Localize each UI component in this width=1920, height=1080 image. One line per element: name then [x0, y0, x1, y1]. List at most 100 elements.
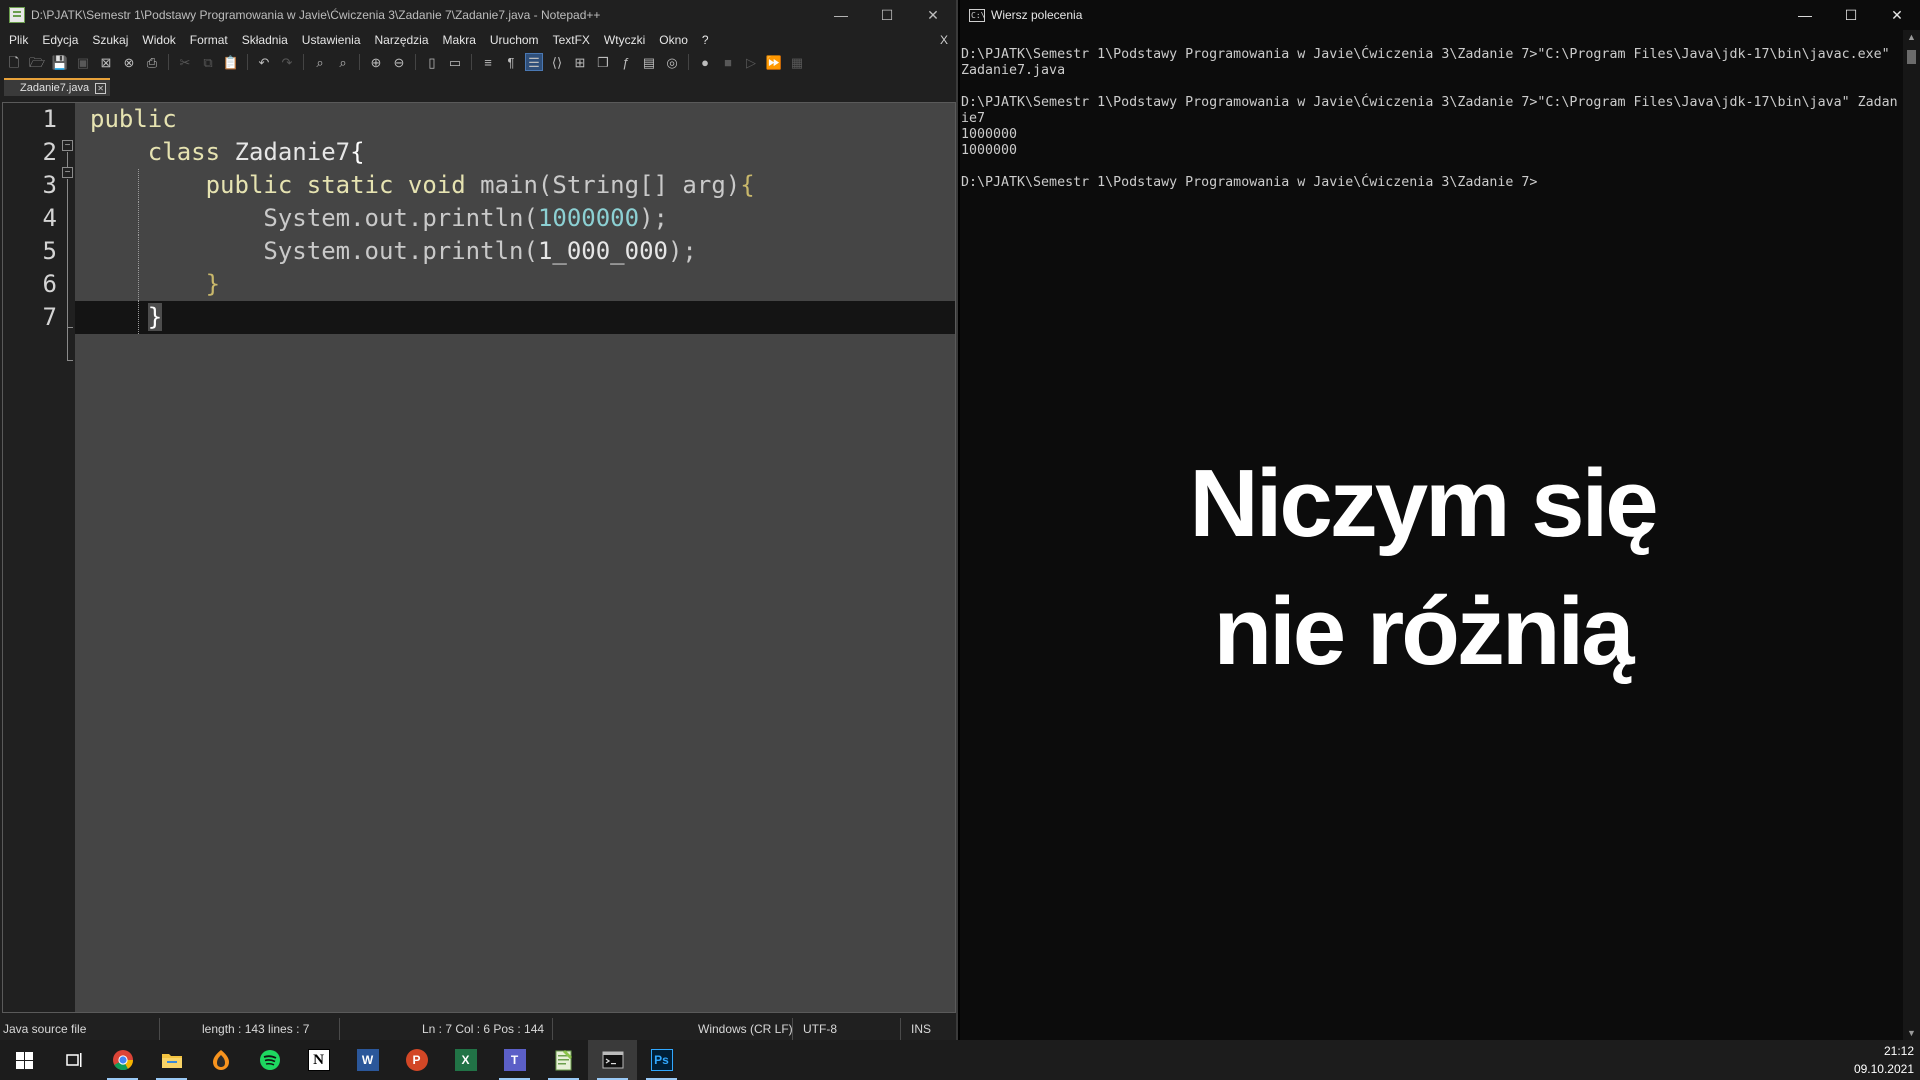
menu-okno[interactable]: Okno: [652, 30, 695, 50]
menu-help[interactable]: ?: [695, 30, 716, 50]
taskbar-app-excel[interactable]: X: [441, 1040, 490, 1080]
tab-label: Zadanie7.java: [20, 82, 90, 94]
system-clock[interactable]: 21:12 09.10.2021: [1854, 1042, 1914, 1078]
maximize-button[interactable]: ☐: [864, 0, 910, 30]
close-file-icon[interactable]: ⊠: [97, 53, 115, 71]
taskbar-app-powerpoint[interactable]: P: [392, 1040, 441, 1080]
new-file-icon[interactable]: 🗋: [5, 53, 23, 71]
redo-icon[interactable]: ↷: [278, 53, 296, 71]
photoshop-icon: Ps: [650, 1049, 673, 1071]
minimize-button[interactable]: —: [1782, 0, 1828, 30]
document-list-icon[interactable]: ❐: [594, 53, 612, 71]
word-wrap-icon[interactable]: ≡: [479, 53, 497, 71]
zoom-out-icon[interactable]: ⊖: [390, 53, 408, 71]
word-icon: W: [356, 1049, 379, 1071]
menu-makra[interactable]: Makra: [436, 30, 483, 50]
replace-icon[interactable]: ⌕: [334, 53, 352, 71]
document-map-icon[interactable]: ⊞: [571, 53, 589, 71]
code-editor[interactable]: 1 2 3 4 5 6 7 − − public class Zadanie7{: [2, 102, 956, 1013]
taskbar-app-photoshop[interactable]: Ps: [637, 1040, 686, 1080]
folder-icon: [161, 1054, 182, 1068]
taskbar-app-chrome[interactable]: [98, 1040, 147, 1080]
undo-icon[interactable]: ↶: [255, 53, 273, 71]
show-all-characters-icon[interactable]: ¶: [502, 53, 520, 71]
menu-skladnia[interactable]: Składnia: [235, 30, 295, 50]
stop-macro-icon[interactable]: ■: [719, 53, 737, 71]
taskbar-app-notion[interactable]: N: [294, 1040, 343, 1080]
toolbar-separator: [415, 54, 416, 70]
menu-szukaj[interactable]: Szukaj: [85, 30, 135, 50]
taskbar-app-command-prompt[interactable]: [588, 1040, 637, 1080]
sync-vertical-icon[interactable]: ▯: [423, 53, 441, 71]
folder-workspace-icon[interactable]: ▤: [640, 53, 658, 71]
task-view-button[interactable]: [49, 1040, 98, 1080]
taskbar-app-fl-studio[interactable]: [196, 1040, 245, 1080]
status-eol[interactable]: Windows (CR LF): [553, 1018, 793, 1040]
save-macro-icon[interactable]: ▦: [788, 53, 806, 71]
scroll-up-icon[interactable]: ▲: [1903, 32, 1920, 42]
taskbar-app-word[interactable]: W: [343, 1040, 392, 1080]
start-button[interactable]: [0, 1040, 49, 1080]
toolbar-separator: [303, 54, 304, 70]
record-macro-icon[interactable]: ●: [696, 53, 714, 71]
taskbar-app-notepad-plus-plus[interactable]: [539, 1040, 588, 1080]
close-all-icon[interactable]: ⊗: [120, 53, 138, 71]
status-insert-mode[interactable]: INS: [901, 1018, 949, 1040]
tab-zadanie7[interactable]: Zadanie7.java ✕: [4, 78, 111, 96]
find-icon[interactable]: ⌕: [311, 53, 329, 71]
status-bar: Java source file length : 143 lines : 7 …: [0, 1018, 956, 1040]
monitoring-icon[interactable]: ◎: [663, 53, 681, 71]
function-list-icon[interactable]: ƒ: [617, 53, 635, 71]
menu-edycja[interactable]: Edycja: [35, 30, 85, 50]
run-macro-multiple-icon[interactable]: ⏩: [765, 53, 783, 71]
fold-toggle-icon[interactable]: −: [62, 140, 73, 151]
console-prompt-line: D:\PJATK\Semestr 1\Podstawy Programowani…: [961, 175, 1538, 190]
minimize-button[interactable]: —: [818, 0, 864, 30]
scrollbar-thumb[interactable]: [1907, 50, 1916, 64]
scroll-down-icon[interactable]: ▼: [1903, 1028, 1920, 1038]
line-numbers: 1 2 3 4 5 6 7: [3, 103, 57, 334]
maximize-button[interactable]: ☐: [1828, 0, 1874, 30]
method-call: System.out.println(: [263, 237, 538, 265]
tab-close-icon[interactable]: ✕: [95, 82, 107, 94]
line-number: 6: [42, 270, 57, 298]
close-button[interactable]: ✕: [910, 0, 956, 30]
user-language-icon[interactable]: ⟨⟩: [548, 53, 566, 71]
menu-uruchom[interactable]: Uruchom: [483, 30, 546, 50]
save-all-icon[interactable]: ▣: [74, 53, 92, 71]
menu-textfx[interactable]: TextFX: [546, 30, 597, 50]
code-line-5: System.out.println(1_000_000);: [75, 235, 955, 268]
command-prompt-window: C:\ Wiersz polecenia — ☐ ✕ D:\PJATK\Seme…: [960, 0, 1920, 1040]
fold-toggle-icon[interactable]: −: [62, 167, 73, 178]
indent-guide-icon[interactable]: ☰: [525, 53, 543, 71]
menu-narzedzia[interactable]: Narzędzia: [368, 30, 436, 50]
paste-icon[interactable]: 📋: [222, 53, 240, 71]
menu-wtyczki[interactable]: Wtyczki: [597, 30, 652, 50]
open-file-icon[interactable]: 🗁: [28, 53, 46, 71]
chrome-icon: [112, 1050, 133, 1071]
taskbar-app-spotify[interactable]: [245, 1040, 294, 1080]
notepad-titlebar[interactable]: D:\PJATK\Semestr 1\Podstawy Programowani…: [0, 0, 956, 30]
menu-widok[interactable]: Widok: [135, 30, 182, 50]
console-scrollbar[interactable]: ▲ ▼: [1903, 30, 1920, 1040]
menu-plik[interactable]: Plik: [2, 30, 35, 50]
save-icon[interactable]: 💾: [51, 53, 69, 71]
line-number-gutter: 1 2 3 4 5 6 7 − −: [3, 103, 75, 1012]
print-icon[interactable]: ⎙: [143, 53, 161, 71]
menu-ustawienia[interactable]: Ustawienia: [295, 30, 368, 50]
play-macro-icon[interactable]: ▷: [742, 53, 760, 71]
menu-format[interactable]: Format: [183, 30, 235, 50]
zoom-in-icon[interactable]: ⊕: [367, 53, 385, 71]
sync-horizontal-icon[interactable]: ▭: [446, 53, 464, 71]
close-button[interactable]: ✕: [1874, 0, 1920, 30]
console-line: 1000000: [961, 127, 1018, 142]
code-area[interactable]: public class Zadanie7{ public static voi…: [75, 103, 955, 334]
console-output[interactable]: D:\PJATK\Semestr 1\Podstawy Programowani…: [961, 47, 1898, 191]
cut-icon[interactable]: ✂: [176, 53, 194, 71]
cmd-titlebar[interactable]: C:\ Wiersz polecenia — ☐ ✕: [960, 0, 1920, 30]
copy-icon[interactable]: ⧉: [199, 53, 217, 71]
taskbar-app-teams[interactable]: T: [490, 1040, 539, 1080]
status-encoding[interactable]: UTF-8: [793, 1018, 901, 1040]
taskbar-app-file-explorer[interactable]: [147, 1040, 196, 1080]
close-document-button[interactable]: X: [940, 30, 948, 50]
